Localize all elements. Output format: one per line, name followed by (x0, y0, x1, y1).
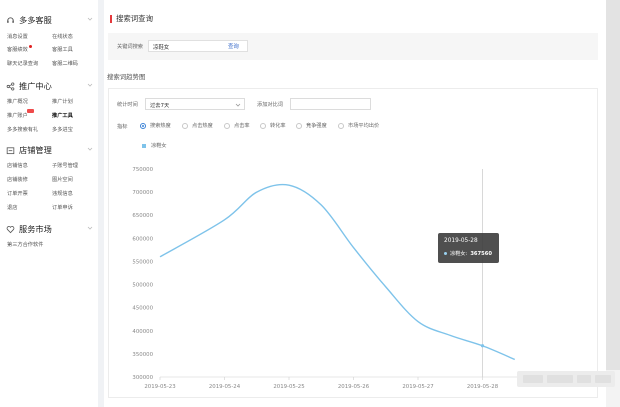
y-tick-label: 750000 (132, 167, 153, 173)
y-tick-label: 450000 (132, 306, 153, 312)
y-tick-label: 550000 (132, 259, 153, 265)
y-tick-label: 650000 (132, 213, 153, 219)
y-tick-label: 500000 (132, 283, 153, 289)
y-tick-label: 350000 (132, 352, 153, 358)
y-tick-label: 600000 (132, 236, 153, 242)
x-tick-label: 2019-05-28 (467, 384, 499, 390)
x-tick-label: 2019-05-25 (273, 384, 304, 390)
y-tick-label: 400000 (132, 329, 153, 335)
x-tick-label: 2019-05-26 (338, 384, 370, 390)
x-tick-label: 2019-05-27 (402, 384, 433, 390)
tooltip-series-name: 凉鞋女: (450, 251, 468, 257)
hover-point (480, 344, 485, 348)
tooltip-row: 凉鞋女: 367560 (444, 250, 492, 257)
blurred-watermark (517, 371, 615, 387)
series-line-liangxienv (159, 183, 516, 361)
chart-tooltip: 2019-05-28 凉鞋女: 367560 (438, 233, 499, 263)
x-tick-label: 2019-05-23 (144, 384, 175, 390)
y-tick-label: 300000 (132, 375, 153, 381)
tooltip-date: 2019-05-28 (444, 238, 478, 244)
y-tick-label: 700000 (132, 190, 153, 196)
tooltip-series-dot (444, 252, 447, 255)
trend-chart: 750000 700000 650000 600000 550000 500000 4500… (132, 167, 560, 390)
tooltip-value: 367560 (470, 250, 492, 257)
x-tick-label: 2019-05-24 (209, 384, 241, 390)
